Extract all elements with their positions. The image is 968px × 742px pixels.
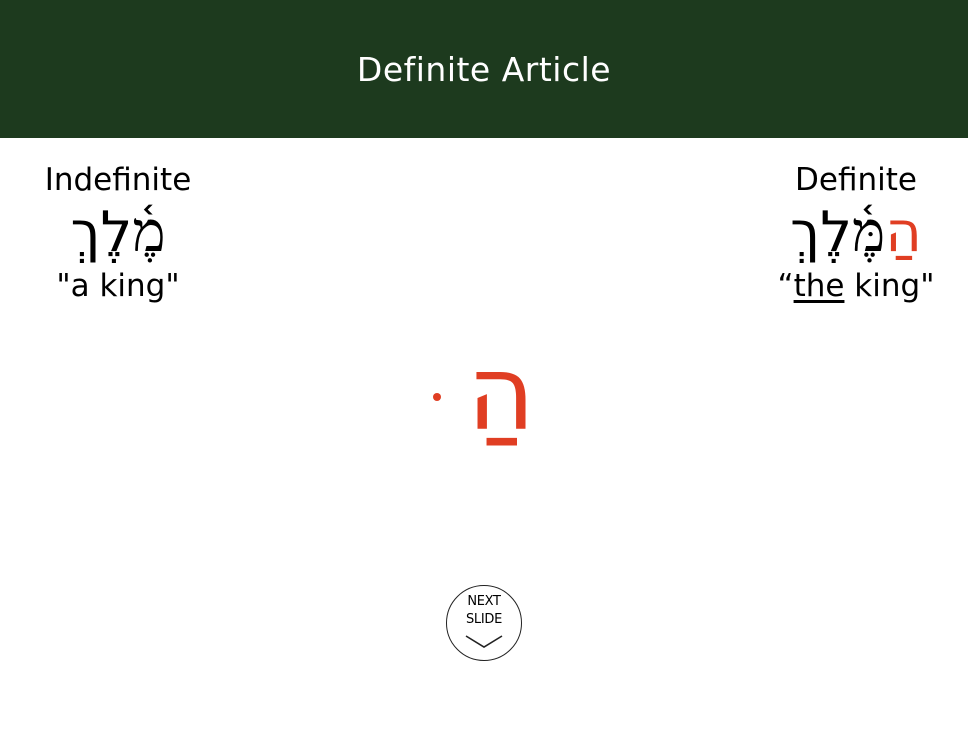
dagesh-dot-marker xyxy=(433,392,442,401)
indefinite-column: Indefinite מֶ֫לֶךְ "a king" xyxy=(28,160,208,306)
definite-gloss: “the king" xyxy=(770,266,942,306)
article-he-pathach: הַ xyxy=(467,332,535,454)
gloss-underlined-the: the xyxy=(793,268,845,304)
gloss-open-quote: “ xyxy=(777,268,794,304)
next-slide-label-line2: SLIDE xyxy=(465,612,503,627)
definite-hebrew-stem: מֶּ֫לֶךְ xyxy=(790,200,886,265)
next-slide-button[interactable]: NEXT SLIDE xyxy=(446,585,522,661)
definite-article-glyph: הַ xyxy=(0,338,968,448)
slide-header: Definite Article xyxy=(0,0,968,138)
definite-heading: Definite xyxy=(795,162,917,198)
next-slide-label-line1: NEXT xyxy=(467,594,501,609)
indefinite-hebrew-word: מֶ֫לֶךְ xyxy=(70,200,166,265)
slide-title: Definite Article xyxy=(356,50,612,89)
indefinite-heading: Indefinite xyxy=(44,162,192,198)
indefinite-gloss: "a king" xyxy=(56,268,180,304)
definite-hebrew-word: הַמֶּ֫לֶךְ xyxy=(770,200,942,266)
gloss-rest: king" xyxy=(844,268,935,304)
chevron-down-icon xyxy=(465,635,503,648)
definite-column: Definite הַמֶּ֫לֶךְ “the king" xyxy=(770,160,942,306)
definite-article-prefix: הַ xyxy=(885,200,922,265)
